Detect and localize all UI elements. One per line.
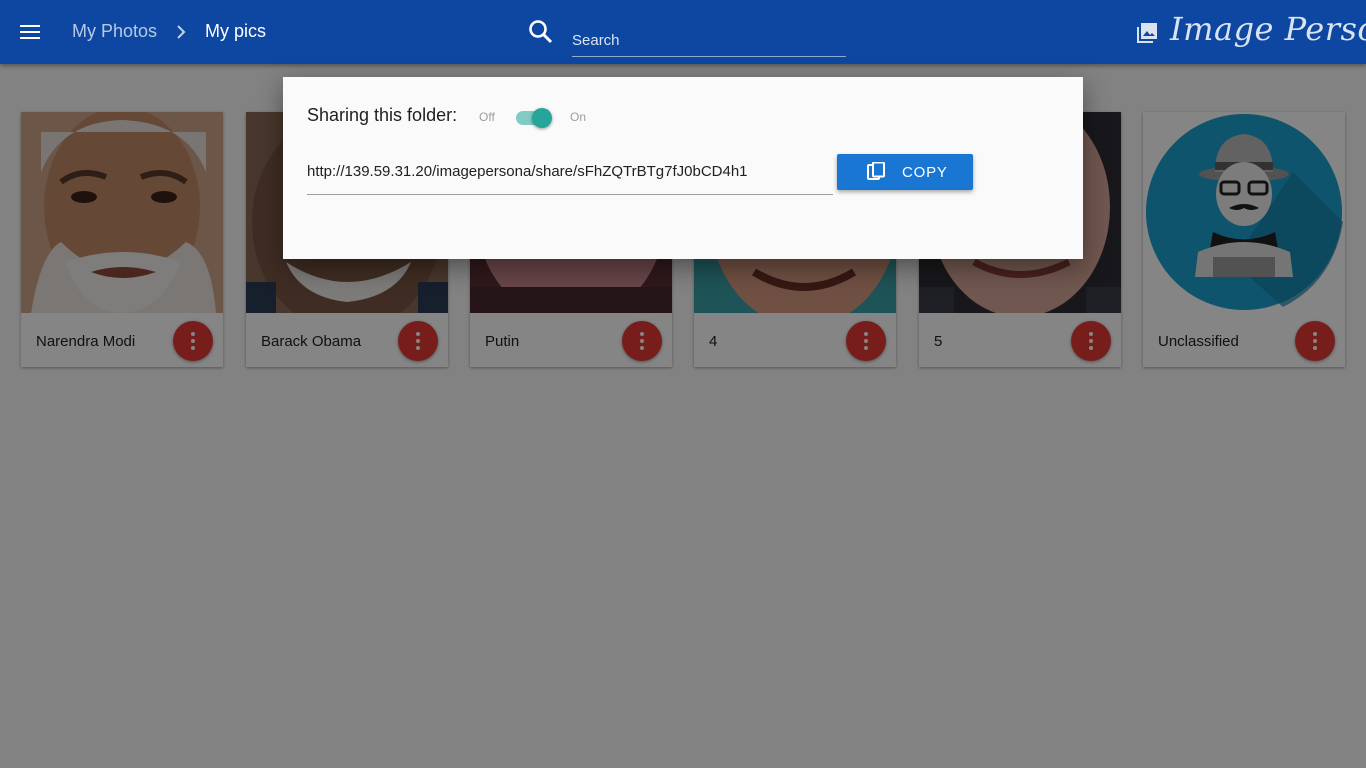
chevron-right-icon xyxy=(174,22,190,42)
app-bar: My Photos My pics Image Persona xyxy=(0,0,1366,64)
toggle-off-label: Off xyxy=(479,110,495,124)
hamburger-menu-icon[interactable] xyxy=(14,16,46,48)
photo-library-icon xyxy=(1135,21,1159,45)
copy-button-label: COPY xyxy=(902,164,948,181)
breadcrumb-my-pics: My pics xyxy=(205,21,267,41)
brand-logo: Image Persona xyxy=(1170,10,1366,48)
search-input[interactable] xyxy=(572,20,846,57)
copy-icon xyxy=(867,161,887,182)
toggle-on-label: On xyxy=(570,110,587,124)
breadcrumb-my-photos[interactable]: My Photos xyxy=(72,21,157,42)
copy-button[interactable]: COPY xyxy=(837,154,973,190)
share-folder-dialog: Sharing this folder: Off On COPY xyxy=(283,77,1083,259)
sharing-toggle[interactable] xyxy=(514,106,554,130)
search-icon[interactable] xyxy=(527,18,555,46)
dialog-title: Sharing this folder: xyxy=(307,105,458,125)
share-url-field[interactable] xyxy=(307,157,833,195)
